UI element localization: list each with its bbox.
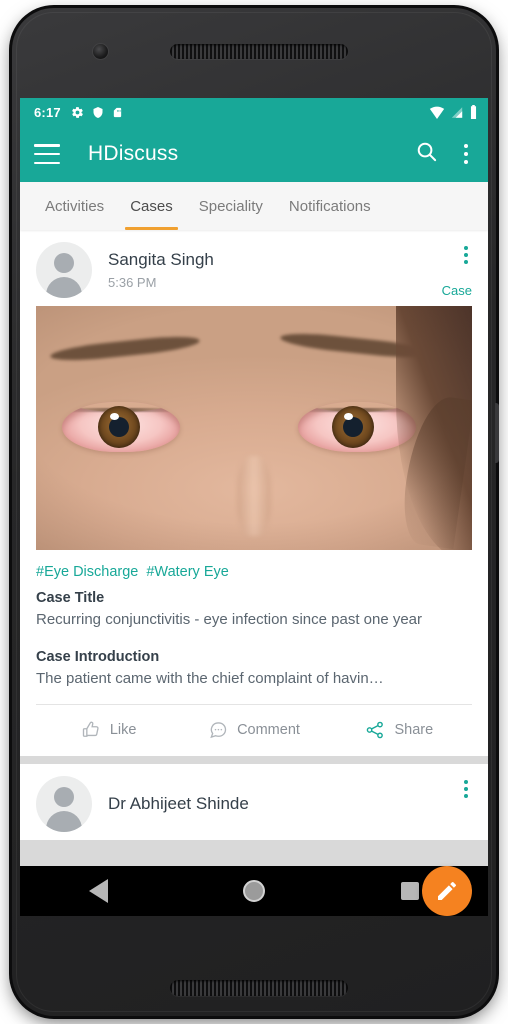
post-tags: #Eye Discharge #Watery Eye xyxy=(20,550,488,580)
front-camera-icon xyxy=(93,44,108,59)
post-author[interactable]: Dr Abhijeet Shinde xyxy=(108,794,460,814)
android-nav-bar xyxy=(20,866,488,916)
status-right-icons xyxy=(429,105,478,119)
case-introduction-text[interactable]: The patient came with the chief complain… xyxy=(36,668,472,690)
case-photo[interactable] xyxy=(36,306,472,550)
search-icon[interactable] xyxy=(415,140,438,168)
wifi-icon xyxy=(429,106,445,119)
nav-back-button[interactable] xyxy=(70,866,126,916)
case-title-section: Case Title Recurring conjunctivitis - ey… xyxy=(20,580,488,631)
sd-card-icon xyxy=(112,106,123,119)
power-button[interactable] xyxy=(495,403,499,463)
tab-activities[interactable]: Activities xyxy=(32,182,117,230)
home-circle-icon xyxy=(243,880,265,902)
post-author[interactable]: Sangita Singh xyxy=(108,250,442,270)
earpiece-speaker xyxy=(170,44,348,59)
battery-icon xyxy=(469,105,478,119)
pencil-edit-icon xyxy=(438,882,456,900)
post-overflow-menu-icon[interactable] xyxy=(460,244,472,266)
status-left-icons xyxy=(71,106,123,119)
cellular-signal-icon xyxy=(450,106,464,119)
comment-button[interactable]: Comment xyxy=(181,720,326,740)
case-introduction-label: Case Introduction xyxy=(36,648,160,665)
tab-cases[interactable]: Cases xyxy=(117,182,186,230)
app-title: HDiscuss xyxy=(88,142,179,165)
avatar[interactable] xyxy=(36,242,92,298)
post-header: Sangita Singh 5:36 PM Case xyxy=(20,230,488,306)
post-meta: Dr Abhijeet Shinde xyxy=(108,794,460,814)
post-timestamp: 5:36 PM xyxy=(108,275,157,290)
status-time: 6:17 xyxy=(34,104,61,120)
like-button[interactable]: Like xyxy=(36,720,181,740)
feed-list[interactable]: Sangita Singh 5:36 PM Case #Eye Discharg… xyxy=(20,230,488,916)
comment-label: Comment xyxy=(237,722,300,738)
phone-screen: 6:17 HDiscuss Activities Cases Specialit… xyxy=(20,98,488,916)
status-bar: 6:17 xyxy=(20,98,488,126)
overflow-menu-icon[interactable] xyxy=(458,140,474,168)
tag-eye-discharge[interactable]: #Eye Discharge xyxy=(36,564,138,580)
tab-bar: Activities Cases Speciality Notification… xyxy=(20,182,488,230)
recents-square-icon xyxy=(401,882,419,900)
share-label: Share xyxy=(394,722,434,738)
settings-gear-icon xyxy=(71,106,84,119)
post-type-label: Case xyxy=(441,283,472,298)
post-header-right xyxy=(460,776,472,832)
post-header-right: Case xyxy=(442,242,472,298)
post-card: Sangita Singh 5:36 PM Case #Eye Discharg… xyxy=(20,230,488,756)
share-button[interactable]: Share xyxy=(327,720,472,740)
app-bar: HDiscuss xyxy=(20,126,488,182)
case-title-label: Case Title xyxy=(36,590,105,606)
tab-speciality[interactable]: Speciality xyxy=(186,182,276,230)
bottom-speaker xyxy=(170,980,348,996)
post-meta: Sangita Singh 5:36 PM xyxy=(108,250,442,290)
avatar[interactable] xyxy=(36,775,92,832)
tab-notifications[interactable]: Notifications xyxy=(276,182,384,230)
post-actions: Like Comment Share xyxy=(36,703,472,756)
shield-icon xyxy=(92,106,104,119)
tag-watery-eye[interactable]: #Watery Eye xyxy=(146,564,228,580)
hamburger-menu-icon[interactable] xyxy=(34,144,60,164)
post-header: Dr Abhijeet Shinde xyxy=(20,764,488,840)
compose-fab-button[interactable] xyxy=(422,866,472,916)
like-label: Like xyxy=(109,722,137,738)
post-overflow-menu-icon[interactable] xyxy=(460,778,472,800)
post-card: Dr Abhijeet Shinde xyxy=(20,763,488,840)
nav-home-button[interactable] xyxy=(226,866,282,916)
back-triangle-icon xyxy=(88,879,108,903)
case-introduction-section: Case Introduction The patient came with … xyxy=(20,631,488,690)
case-title-text: Recurring conjunctivitis - eye infection… xyxy=(36,611,423,628)
